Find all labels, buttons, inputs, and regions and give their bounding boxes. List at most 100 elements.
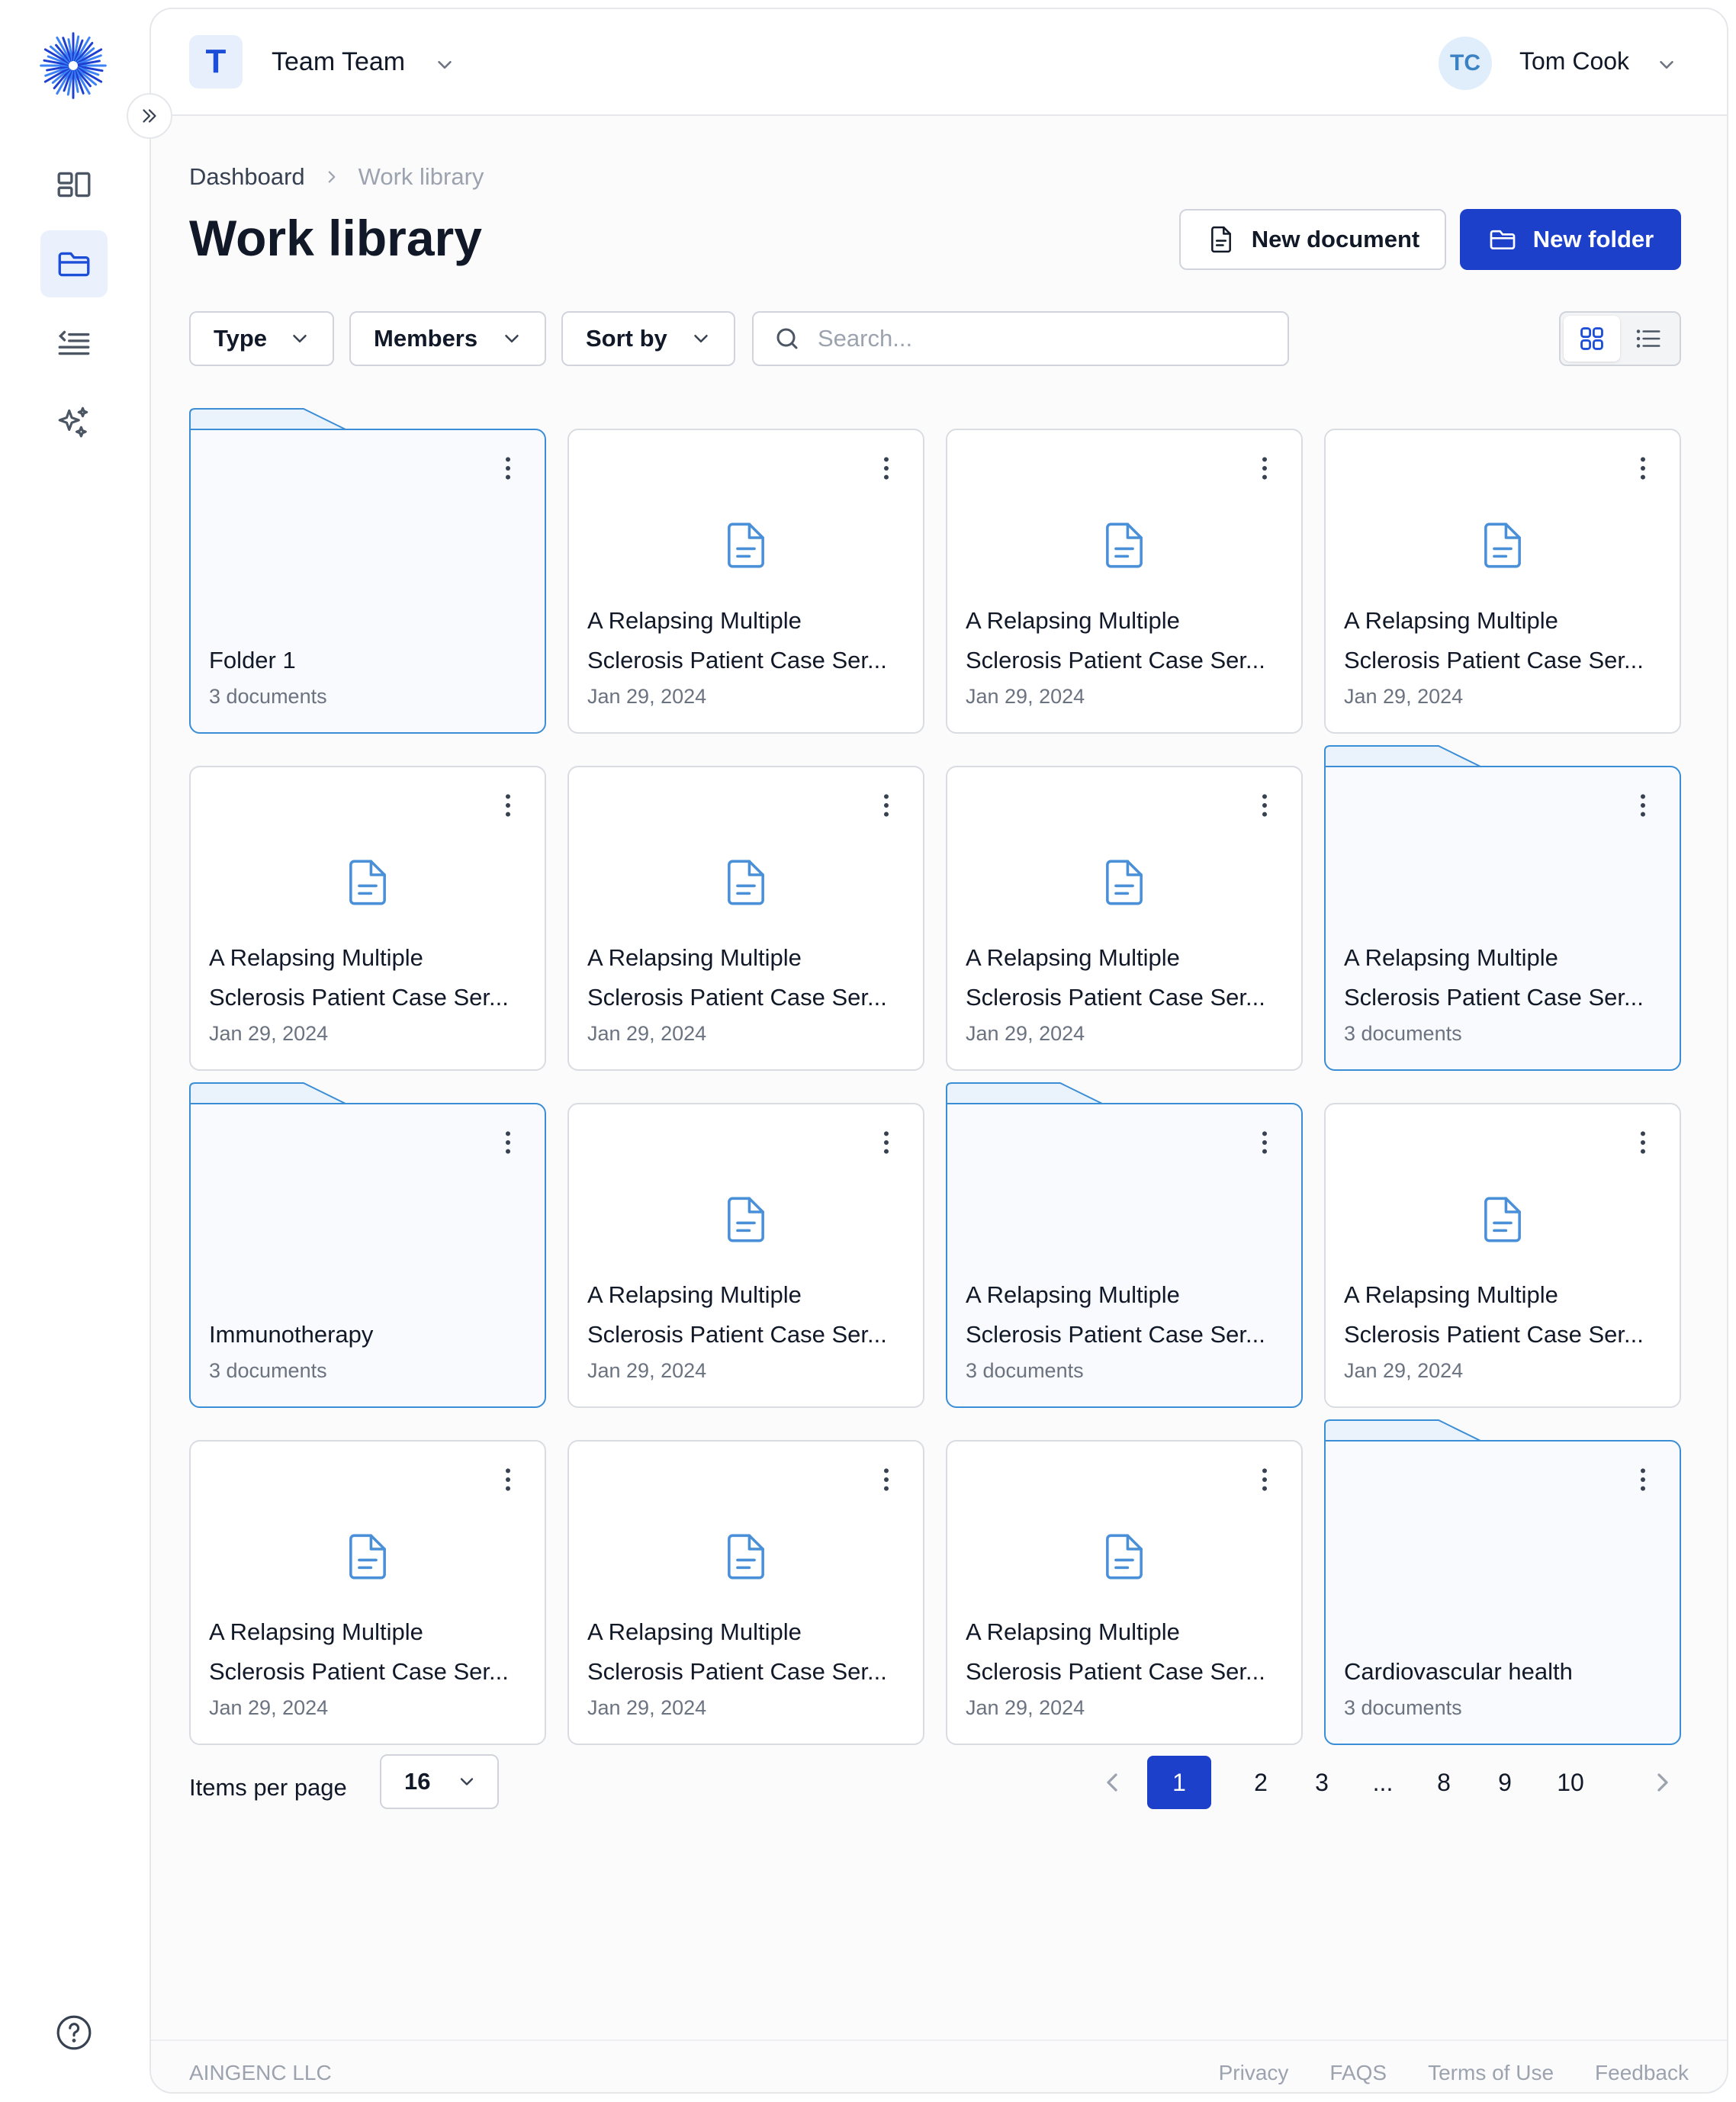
document-card[interactable]: A Relapsing Multiple Sclerosis Patient Ca… bbox=[567, 429, 924, 734]
page-button[interactable]: 10 bbox=[1544, 1756, 1597, 1809]
more-vertical-icon[interactable] bbox=[493, 453, 523, 484]
document-card[interactable]: A Relapsing Multiple Sclerosis Patient Ca… bbox=[567, 766, 924, 1071]
nav-list[interactable] bbox=[40, 310, 108, 377]
folder-card[interactable]: A Relapsing Multiple Sclerosis Patient Ca… bbox=[1324, 745, 1681, 1071]
user-avatar[interactable]: TC bbox=[1439, 37, 1492, 90]
list-icon bbox=[1636, 329, 1660, 348]
list-icon bbox=[58, 330, 90, 355]
help-icon[interactable] bbox=[55, 2014, 93, 2052]
more-vertical-icon[interactable] bbox=[871, 1127, 902, 1158]
search-input[interactable] bbox=[818, 325, 1275, 352]
more-vertical-icon[interactable] bbox=[1628, 1464, 1658, 1495]
chevron-down-icon[interactable] bbox=[433, 53, 456, 76]
more-vertical-icon[interactable] bbox=[493, 1464, 523, 1495]
sort-by-filter[interactable]: Sort by bbox=[561, 311, 735, 366]
card-title-line1: A Relapsing Multiple bbox=[587, 607, 802, 634]
grid-view-button[interactable] bbox=[1564, 316, 1620, 362]
chevrons-right-icon bbox=[143, 109, 156, 123]
folder-card[interactable]: Immunotherapy 3 documents bbox=[189, 1082, 546, 1408]
more-vertical-icon[interactable] bbox=[493, 1127, 523, 1158]
document-card[interactable]: A Relapsing Multiple Sclerosis Patient Ca… bbox=[1324, 1103, 1681, 1408]
folder-icon bbox=[1490, 230, 1516, 249]
card-title-line2: Sclerosis Patient Case Ser... bbox=[587, 647, 887, 673]
card-title-line2: Sclerosis Patient Case Ser... bbox=[966, 1658, 1265, 1685]
folder-icon bbox=[58, 252, 90, 277]
card-title-line2: Sclerosis Patient Case Ser... bbox=[1344, 647, 1644, 673]
card-title-line2: Sclerosis Patient Case Ser... bbox=[587, 1321, 887, 1348]
chevron-down-icon[interactable] bbox=[1655, 53, 1678, 76]
list-view-button[interactable] bbox=[1620, 316, 1677, 362]
folder-card[interactable]: Folder 1 3 documents bbox=[189, 408, 546, 734]
more-vertical-icon[interactable] bbox=[1249, 453, 1280, 484]
more-vertical-icon[interactable] bbox=[1628, 453, 1658, 484]
more-vertical-icon[interactable] bbox=[871, 1464, 902, 1495]
card-title-line1: A Relapsing Multiple bbox=[966, 1618, 1180, 1645]
card-title-line2: Sclerosis Patient Case Ser... bbox=[966, 1321, 1265, 1348]
footer-link-faqs[interactable]: FAQS bbox=[1329, 2061, 1387, 2085]
footer-link-terms[interactable]: Terms of Use bbox=[1428, 2061, 1554, 2085]
page-button[interactable]: 2 bbox=[1234, 1756, 1288, 1809]
sort-by-label: Sort by bbox=[586, 325, 667, 352]
card-meta: 3 documents bbox=[1344, 1696, 1462, 1719]
document-card[interactable]: A Relapsing Multiple Sclerosis Patient Ca… bbox=[946, 1440, 1303, 1745]
next-page-icon[interactable] bbox=[1648, 1767, 1678, 1798]
page-button[interactable]: 1 bbox=[1147, 1756, 1211, 1809]
more-vertical-icon[interactable] bbox=[1628, 1127, 1658, 1158]
prev-page-icon[interactable] bbox=[1097, 1767, 1127, 1798]
page-button[interactable]: 9 bbox=[1478, 1756, 1532, 1809]
team-avatar[interactable]: T bbox=[189, 35, 243, 88]
folder-tab bbox=[946, 1082, 1103, 1104]
document-card[interactable]: A Relapsing Multiple Sclerosis Patient Ca… bbox=[189, 766, 546, 1071]
document-card[interactable]: A Relapsing Multiple Sclerosis Patient Ca… bbox=[946, 429, 1303, 734]
breadcrumb-dashboard[interactable]: Dashboard bbox=[189, 163, 305, 191]
card-title-line1: A Relapsing Multiple bbox=[587, 944, 802, 971]
card-title-line2: Sclerosis Patient Case Ser... bbox=[209, 984, 509, 1011]
more-vertical-icon[interactable] bbox=[493, 790, 523, 821]
card-title-line2: Sclerosis Patient Case Ser... bbox=[587, 1658, 887, 1685]
more-vertical-icon[interactable] bbox=[871, 453, 902, 484]
logo-burst-icon[interactable] bbox=[38, 31, 108, 101]
more-vertical-icon[interactable] bbox=[871, 790, 902, 821]
page-title: Work library bbox=[189, 210, 482, 266]
footer-link-feedback[interactable]: Feedback bbox=[1595, 2061, 1689, 2085]
document-card[interactable]: A Relapsing Multiple Sclerosis Patient Ca… bbox=[1324, 429, 1681, 734]
new-folder-label: New folder bbox=[1532, 226, 1654, 252]
main-panel: T Team Team TC Tom Cook Dashboard Work l… bbox=[149, 8, 1728, 2094]
type-filter[interactable]: Type bbox=[189, 311, 334, 366]
card-title-line2: Immunotherapy bbox=[209, 1321, 374, 1348]
items-per-page-value: 16 bbox=[404, 1768, 431, 1795]
folder-card[interactable]: Cardiovascular health 3 documents bbox=[1324, 1419, 1681, 1745]
folder-card[interactable]: A Relapsing Multiple Sclerosis Patient Ca… bbox=[946, 1082, 1303, 1408]
document-icon bbox=[349, 860, 386, 905]
document-icon bbox=[1106, 522, 1143, 568]
user-menu[interactable]: Tom Cook bbox=[1519, 47, 1629, 76]
document-card[interactable]: A Relapsing Multiple Sclerosis Patient Ca… bbox=[946, 766, 1303, 1071]
more-vertical-icon[interactable] bbox=[1249, 1464, 1280, 1495]
more-vertical-icon[interactable] bbox=[1249, 790, 1280, 821]
expand-sidebar-button[interactable] bbox=[127, 93, 172, 139]
card-title-line1: A Relapsing Multiple bbox=[1344, 1281, 1558, 1308]
team-switcher[interactable]: Team Team bbox=[272, 47, 405, 77]
nav-ai[interactable] bbox=[40, 389, 108, 456]
folder-tab bbox=[1324, 1419, 1481, 1442]
nav-work-library[interactable] bbox=[40, 230, 108, 297]
card-title-line1: A Relapsing Multiple bbox=[209, 1618, 423, 1645]
card-meta: 3 documents bbox=[1344, 1022, 1462, 1045]
card-title-line1: A Relapsing Multiple bbox=[587, 1281, 802, 1308]
footer-link-privacy[interactable]: Privacy bbox=[1219, 2061, 1289, 2085]
more-vertical-icon[interactable] bbox=[1249, 1127, 1280, 1158]
document-card[interactable]: A Relapsing Multiple Sclerosis Patient Ca… bbox=[567, 1440, 924, 1745]
document-icon bbox=[728, 522, 764, 568]
document-icon bbox=[1484, 1197, 1521, 1242]
page-button[interactable]: 8 bbox=[1417, 1756, 1471, 1809]
items-per-page-select[interactable]: 16 bbox=[380, 1754, 499, 1809]
new-folder-button[interactable]: New folder bbox=[1460, 209, 1681, 270]
card-title-line2: Cardiovascular health bbox=[1344, 1658, 1573, 1685]
page-button[interactable]: 3 bbox=[1295, 1756, 1349, 1809]
document-card[interactable]: A Relapsing Multiple Sclerosis Patient Ca… bbox=[189, 1440, 546, 1745]
new-document-button[interactable]: New document bbox=[1179, 209, 1446, 270]
nav-dashboard[interactable] bbox=[40, 151, 108, 218]
more-vertical-icon[interactable] bbox=[1628, 790, 1658, 821]
document-card[interactable]: A Relapsing Multiple Sclerosis Patient Ca… bbox=[567, 1103, 924, 1408]
members-filter[interactable]: Members bbox=[349, 311, 546, 366]
